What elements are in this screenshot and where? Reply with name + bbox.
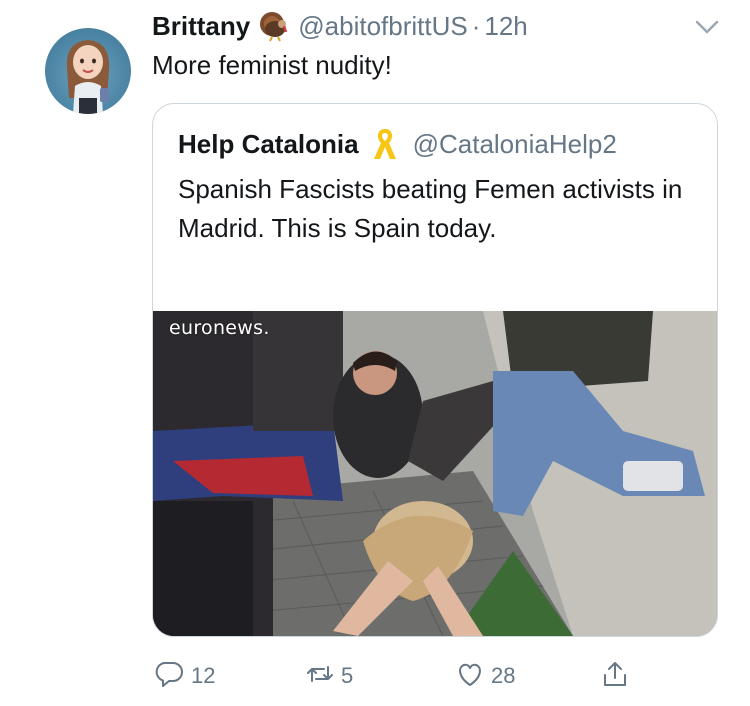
chevron-down-icon[interactable] xyxy=(694,14,720,40)
tweet-text: More feminist nudity! xyxy=(152,50,392,80)
yellow-ribbon-icon xyxy=(371,125,399,163)
retweet-button[interactable]: 5 xyxy=(305,656,353,696)
author-display-name[interactable]: Brittany xyxy=(152,11,250,42)
tweet-header: Brittany @abitofbrittUS · 12h xyxy=(152,6,528,46)
like-button[interactable]: 28 xyxy=(455,656,515,696)
separator-dot: · xyxy=(471,10,481,41)
author-avatar[interactable] xyxy=(45,28,131,114)
share-icon xyxy=(600,659,630,694)
retweet-count: 5 xyxy=(341,663,354,688)
video-watermark: euronews. xyxy=(169,317,270,339)
heart-icon xyxy=(455,659,485,694)
tweet-timestamp[interactable]: 12h xyxy=(484,11,527,42)
quoted-tweet-text: Spanish Fascists beating Femen activists… xyxy=(178,174,683,243)
quoted-tweet-video[interactable]: euronews. xyxy=(153,311,717,636)
turkey-emoji-icon xyxy=(258,10,290,42)
quoted-author-handle[interactable]: @CataloniaHelp2 xyxy=(413,129,617,160)
tweet-actions-bar: 12 5 28 xyxy=(0,656,750,696)
author-handle[interactable]: @abitofbrittUS xyxy=(298,11,467,42)
like-count: 28 xyxy=(491,663,516,688)
retweet-icon xyxy=(305,659,335,694)
reply-icon xyxy=(155,659,185,694)
reply-count: 12 xyxy=(191,663,216,688)
quoted-author-display-name[interactable]: Help Catalonia xyxy=(178,129,359,160)
quoted-tweet-card[interactable]: Help Catalonia @CataloniaHelp2 Spanish F… xyxy=(152,103,718,637)
quoted-tweet-header: Help Catalonia @CataloniaHelp2 xyxy=(178,124,617,164)
reply-button[interactable]: 12 xyxy=(155,656,215,696)
share-button[interactable] xyxy=(600,656,630,696)
